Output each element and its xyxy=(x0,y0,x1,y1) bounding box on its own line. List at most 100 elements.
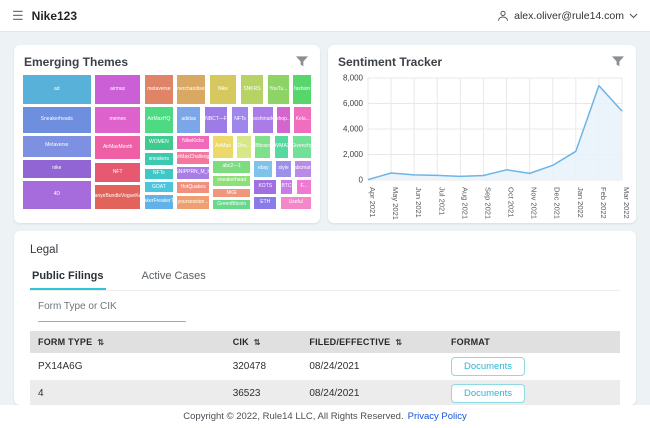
treemap-tile[interactable]: 4D xyxy=(22,180,92,210)
treemap-tile[interactable]: ETH xyxy=(253,196,277,210)
treemap-tile[interactable]: Metaverse xyxy=(22,135,92,158)
treemap-tile[interactable]: KOTS xyxy=(253,179,277,195)
svg-text:Mar 2022: Mar 2022 xyxy=(622,187,630,219)
treemap-tile[interactable]: Kela... xyxy=(293,106,312,134)
themes-treemap: adSneakerheadsMetaversenike4D airmaxmemes… xyxy=(22,74,312,210)
treemap-tile[interactable]: GreenBitcoin xyxy=(212,199,251,210)
svg-text:Oct 2021: Oct 2021 xyxy=(507,187,516,217)
filings-table: FORM TYPE⇅ CIK⇅ FILED/EFFECTIVE⇅ FORMAT … xyxy=(30,331,620,405)
treemap-tile[interactable]: SNIPPRN_M_K xyxy=(176,166,210,180)
treemap-tile[interactable]: AirMaxChallenge xyxy=(176,151,210,165)
cell-filed: 08/24/2021 xyxy=(301,353,443,380)
treemap-tile[interactable]: AirMaxHQ xyxy=(144,106,174,134)
treemap-tile[interactable]: sneakerhead xyxy=(212,175,251,188)
svg-text:6,000: 6,000 xyxy=(343,99,364,108)
svg-text:May 2021: May 2021 xyxy=(391,187,400,220)
table-header-row: FORM TYPE⇅ CIK⇅ FILED/EFFECTIVE⇅ FORMAT xyxy=(30,331,620,353)
treemap-tile[interactable]: Nike xyxy=(209,74,237,105)
column-header-filed-effective[interactable]: FILED/EFFECTIVE⇅ xyxy=(301,331,443,353)
treemap-tile[interactable]: abcmart xyxy=(294,160,312,178)
column-header-cik[interactable]: CIK⇅ xyxy=(225,331,302,353)
treemap-tile[interactable]: Dro... xyxy=(236,135,252,159)
filter-funnel-icon xyxy=(612,56,624,67)
filings-filter-field xyxy=(38,296,620,322)
treemap-tile[interactable]: GOAT xyxy=(144,181,174,193)
cell-filed: 08/24/2021 xyxy=(301,380,443,405)
sort-icon[interactable]: ⇅ xyxy=(395,338,402,347)
user-menu[interactable]: alex.oliver@rule14.com xyxy=(497,10,638,22)
sentiment-line-chart: 02,0004,0006,0008,000Apr 2021May 2021Jun… xyxy=(334,72,630,223)
treemap-tile[interactable]: style xyxy=(275,160,291,178)
treemap-tile[interactable]: abc2—1 xyxy=(212,160,251,174)
treemap-tile[interactable]: AirMax xyxy=(212,135,233,159)
documents-button[interactable]: Documents xyxy=(451,357,525,376)
treemap-tile[interactable]: NFTs xyxy=(231,106,250,134)
treemap-tile[interactable]: Givenchy xyxy=(292,135,312,159)
treemap-tile[interactable]: ad xyxy=(22,74,92,105)
sort-icon[interactable]: ⇅ xyxy=(254,338,261,347)
treemap-tile[interactable]: adidas xyxy=(176,106,201,134)
treemap-tile[interactable]: NFTs xyxy=(144,168,174,181)
treemap-tile[interactable]: ebay xyxy=(253,160,273,178)
cell-form-type: 4 xyxy=(30,380,225,405)
svg-text:Sep 2021: Sep 2021 xyxy=(483,187,492,219)
treemap-tile[interactable]: memes xyxy=(94,106,142,134)
treemap-tile[interactable]: KanyeBundleVogueKen xyxy=(94,184,142,210)
column-header-format: FORMAT xyxy=(443,331,620,353)
tab-active-cases[interactable]: Active Cases xyxy=(140,265,208,290)
emerging-themes-panel: Emerging Themes adSneakerheadsMetaversen… xyxy=(14,45,320,223)
svg-text:Jan 2022: Jan 2022 xyxy=(576,187,585,218)
svg-text:Aug 2021: Aug 2021 xyxy=(460,187,469,219)
hamburger-menu-icon[interactable]: ☰ xyxy=(12,9,24,22)
tab-public-filings[interactable]: Public Filings xyxy=(30,265,106,290)
cell-cik: 320478 xyxy=(225,353,302,380)
legal-tabs: Public Filings Active Cases xyxy=(30,265,620,291)
sentiment-tracker-title: Sentiment Tracker xyxy=(338,55,442,69)
treemap-tile[interactable]: AVMAX xyxy=(274,135,290,159)
top-bar: ☰ Nike123 alex.oliver@rule14.com xyxy=(0,0,650,32)
form-type-or-cik-input[interactable] xyxy=(38,299,186,322)
svg-text:Nov 2021: Nov 2021 xyxy=(530,187,539,219)
treemap-tile[interactable]: NBCT—F xyxy=(204,106,229,134)
treemap-tile[interactable]: nike xyxy=(22,159,92,179)
treemap-tile[interactable]: F... xyxy=(296,179,312,195)
treemap-tile[interactable]: yoursession... xyxy=(176,195,210,210)
brand-title: Nike123 xyxy=(32,9,77,23)
table-row: PX14A6G 320478 08/24/2021 Documents xyxy=(30,353,620,380)
treemap-tile[interactable]: airmax xyxy=(94,74,142,105)
documents-button[interactable]: Documents xyxy=(451,384,525,403)
treemap-tile[interactable]: Bitcoin xyxy=(254,135,271,159)
treemap-tile[interactable]: Sneakerheads xyxy=(22,106,92,134)
treemap-tile[interactable]: NFT xyxy=(94,162,142,184)
treemap-tile[interactable]: YouTu... xyxy=(267,74,290,105)
table-row: 4 36523 08/24/2021 Documents xyxy=(30,380,620,405)
treemap-tile[interactable]: AirMaxMonth xyxy=(94,135,142,161)
treemap-tile[interactable]: fashion xyxy=(292,74,312,105)
svg-text:Jun 2021: Jun 2021 xyxy=(414,187,423,218)
treemap-tile[interactable]: SneakerFreakerTeam xyxy=(144,194,174,210)
treemap-tile[interactable]: WOMEN xyxy=(144,135,174,151)
svg-text:8,000: 8,000 xyxy=(343,74,364,83)
treemap-tile[interactable]: metaverse xyxy=(144,74,174,105)
treemap-tile[interactable]: HotQuakes xyxy=(176,181,210,194)
sentiment-filter-button[interactable] xyxy=(610,54,626,69)
emerging-themes-title: Emerging Themes xyxy=(24,55,128,69)
themes-filter-button[interactable] xyxy=(294,54,310,69)
filter-funnel-icon xyxy=(296,56,308,67)
treemap-tile[interactable]: SNKRS xyxy=(240,74,265,105)
treemap-tile[interactable]: poshmark xyxy=(252,106,274,134)
sentiment-tracker-panel: Sentiment Tracker 02,0004,0006,0008,000A… xyxy=(328,45,636,223)
treemap-tile[interactable]: BTC xyxy=(280,179,294,195)
treemap-tile[interactable]: Useful xyxy=(280,196,312,210)
treemap-tile[interactable]: sneakers xyxy=(144,152,174,166)
treemap-tile[interactable]: NKE xyxy=(212,188,251,198)
sort-icon[interactable]: ⇅ xyxy=(97,338,104,347)
legal-panel: Legal Public Filings Active Cases FORM T… xyxy=(14,231,636,405)
svg-text:Apr 2021: Apr 2021 xyxy=(368,187,377,217)
treemap-tile[interactable]: merchandises xyxy=(176,74,206,105)
column-header-form-type[interactable]: FORM TYPE⇅ xyxy=(30,331,225,353)
privacy-policy-link[interactable]: Privacy Policy xyxy=(408,411,467,422)
copyright-text: Copyright © 2022, Rule14 LLC, All Rights… xyxy=(183,411,403,422)
treemap-tile[interactable]: NikeKicks xyxy=(176,135,210,150)
treemap-tile[interactable]: shop... xyxy=(276,106,291,134)
